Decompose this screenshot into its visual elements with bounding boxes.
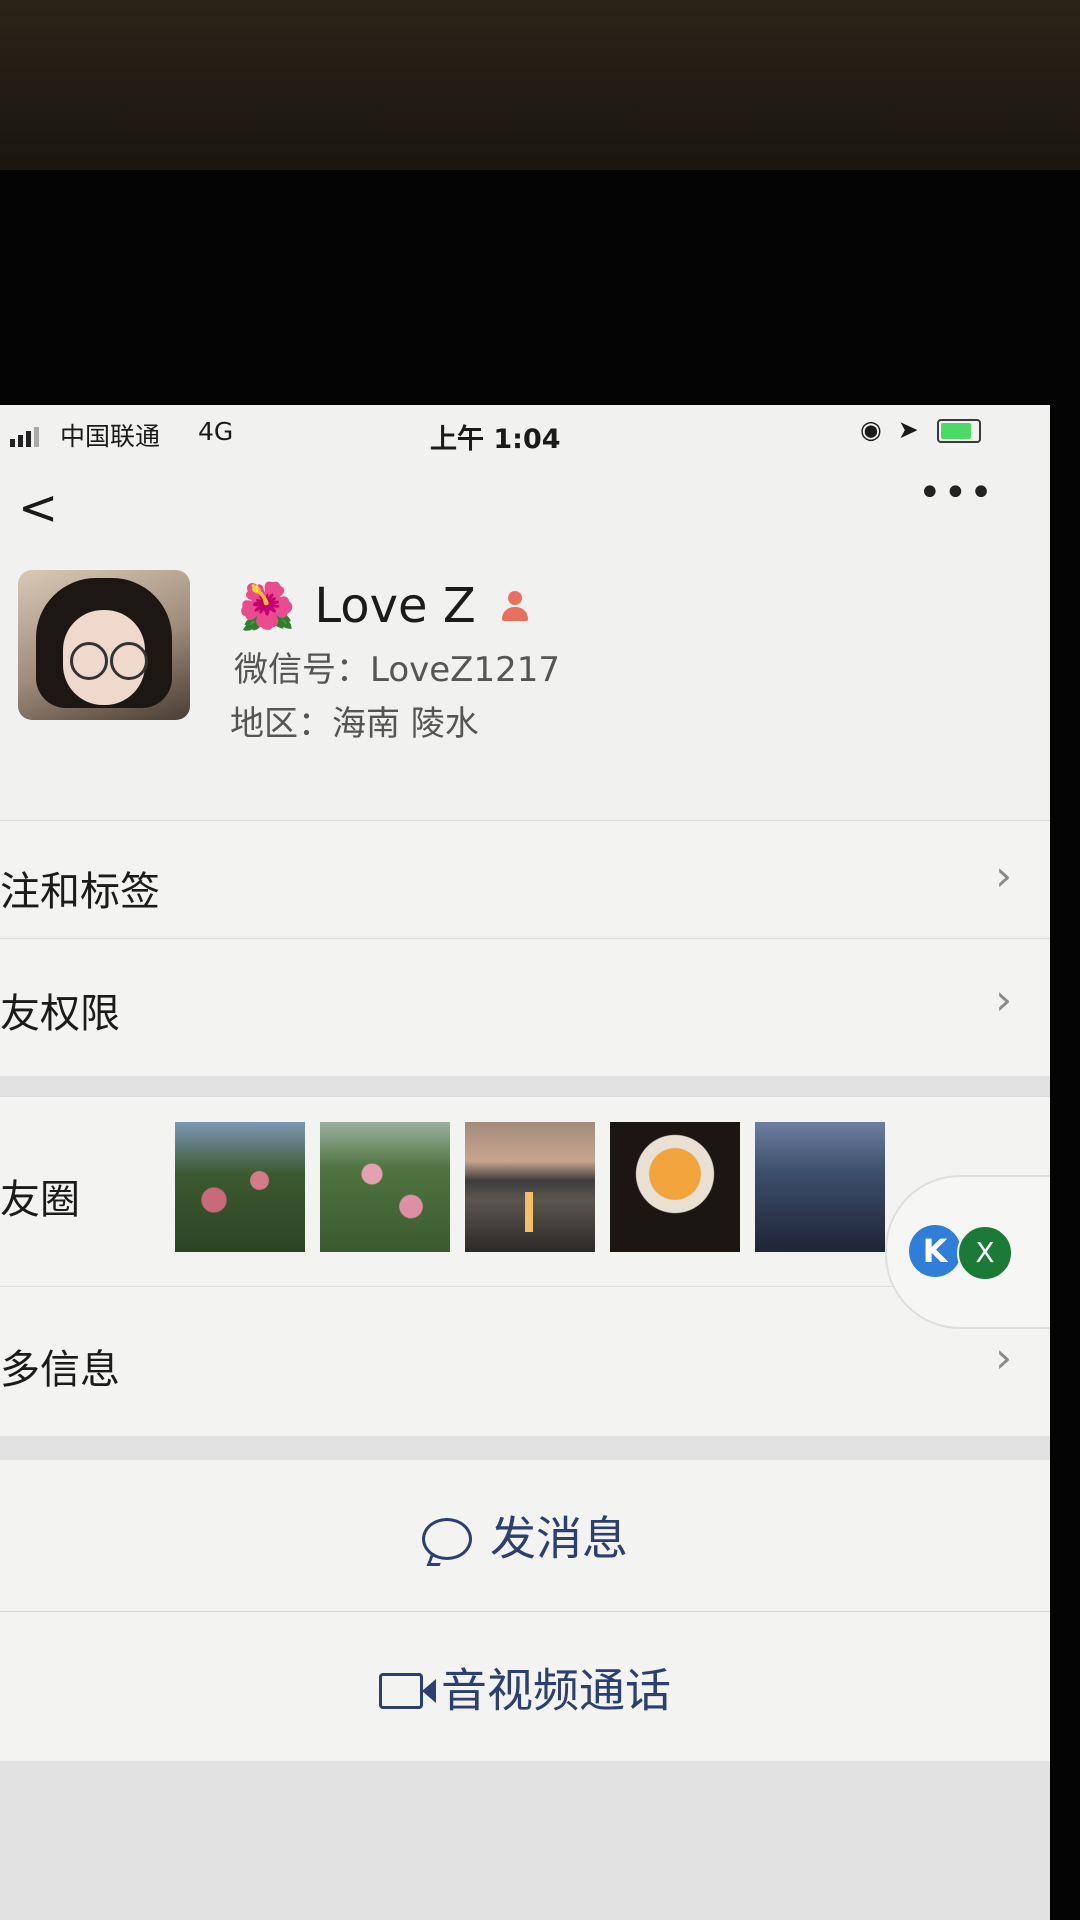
more-options-button[interactable]: ••• [918,470,995,516]
avatar[interactable] [18,570,190,720]
floating-window-button[interactable]: K X [885,1175,1050,1329]
video-call-label: 音视频通话 [441,1663,671,1718]
moments-photo [755,1122,885,1252]
chevron-right-icon: › [995,851,1012,900]
chat-bubble-icon [422,1517,472,1560]
moments-photo [175,1122,305,1252]
section-gap [0,1761,1050,1920]
status-icons: ◉ ➤ [860,415,981,444]
status-bar: 中国联通 4G 上午 1:04 ◉ ➤ [0,405,1050,457]
back-button[interactable]: < [18,480,58,536]
row-label: 朋友权限 [0,991,120,1037]
battery-icon [936,419,981,443]
moments-photo [465,1122,595,1252]
floating-app-badge: X [957,1225,1013,1281]
row-moments-permissions[interactable]: 朋友权限 › [0,938,1050,1077]
send-message-button[interactable]: 发消息 [0,1460,1050,1610]
video-call-button[interactable]: 音视频通话 [0,1611,1050,1762]
hibiscus-icon: 🌺 [238,578,296,633]
chevron-right-icon: › [995,975,1012,1024]
send-message-label: 发消息 [490,1511,628,1566]
row-label: 备注和标签 [0,869,160,915]
network-type: 4G [198,417,234,446]
moments-photo [320,1122,450,1252]
display-name: Love Z [314,578,476,634]
profile-header: 🌺 Love Z 微信号：LoveZ1217 地区：海南 陵水 [0,550,1050,770]
row-more-info[interactable]: 更多信息 › [0,1286,1050,1437]
chevron-right-icon: › [995,1333,1012,1382]
section-gap [0,1436,1050,1460]
name-row: 🌺 Love Z [238,578,531,634]
location-icon: ➤ [897,415,919,444]
region: 地区：海南 陵水 [230,704,479,744]
video-camera-icon [379,1672,436,1709]
nav-bar: < ••• [0,460,1050,550]
floating-app-badge: K [909,1225,961,1277]
row-label: 更多信息 [0,1347,120,1393]
moments-photo [610,1122,740,1252]
section-gap [0,1076,1050,1096]
phone-screen: 中国联通 4G 上午 1:04 ◉ ➤ < ••• 🌺 Love Z 微信号：L… [0,405,1050,1920]
rotation-lock-icon: ◉ [860,415,882,444]
signal-icon [10,418,42,447]
row-label: 朋友圈 [0,1177,80,1223]
status-time: 上午 1:04 [430,424,561,455]
female-icon [499,589,531,623]
row-remarks-tags[interactable]: 备注和标签 › [0,820,1050,939]
wechat-id: 微信号：LoveZ1217 [234,650,561,690]
carrier-name: 中国联通 [60,422,161,451]
